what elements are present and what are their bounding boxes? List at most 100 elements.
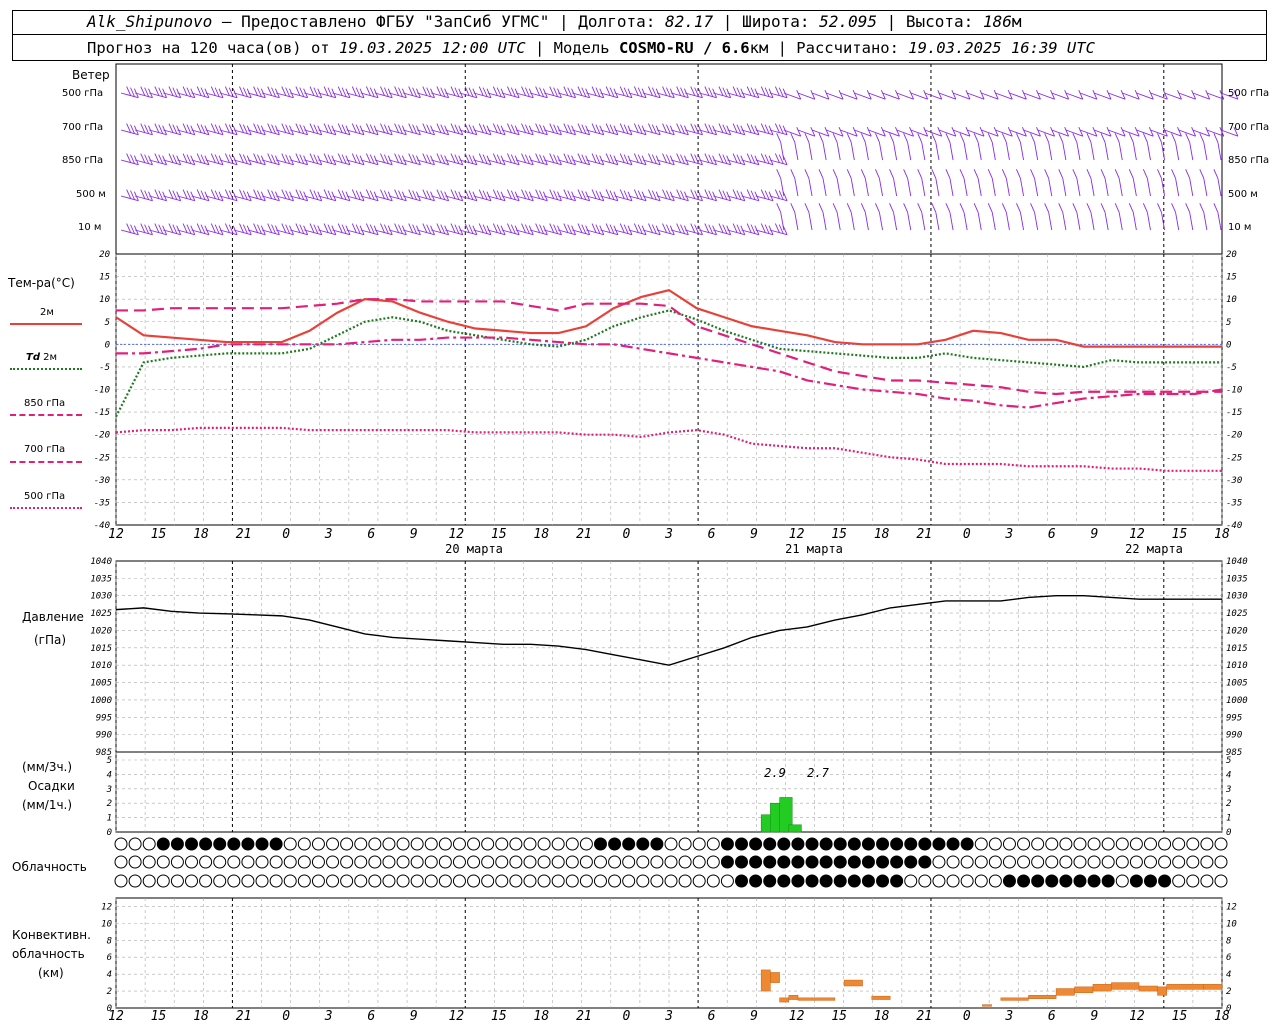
cloud-symbol-high bbox=[241, 874, 255, 888]
cloud-symbol-high bbox=[1129, 874, 1143, 888]
cloud-symbol-high bbox=[946, 874, 960, 888]
cloud-symbol-high bbox=[537, 874, 551, 888]
wind-barb bbox=[1203, 178, 1208, 197]
wind-barb bbox=[878, 212, 883, 231]
pres-tick-left: 1015 bbox=[90, 644, 112, 654]
cloud-symbol-high bbox=[622, 874, 636, 888]
wind-label: Ветер bbox=[72, 68, 110, 82]
cloud-symbol-mid bbox=[537, 855, 551, 869]
conv-tick-right: 8 bbox=[1226, 936, 1231, 946]
date-label: 20 марта bbox=[445, 542, 503, 556]
wind-barb-flag bbox=[1185, 169, 1191, 179]
cloud-symbol-low bbox=[340, 837, 354, 851]
cloud-symbol-mid bbox=[1129, 855, 1143, 869]
x-tick-conv: 0 bbox=[963, 1009, 971, 1024]
wind-barb-flag bbox=[818, 203, 824, 213]
cloud-symbol-high bbox=[283, 874, 297, 888]
conv-tick-right: 10 bbox=[1226, 919, 1237, 929]
x-tick-temp: 9 bbox=[1090, 527, 1098, 542]
wind-barb-flag bbox=[889, 169, 894, 179]
cloud-symbol-low bbox=[1200, 837, 1214, 851]
wind-barb bbox=[893, 178, 898, 197]
cloud-symbol-low bbox=[876, 837, 890, 851]
wind-barb bbox=[1189, 178, 1194, 197]
precip-tick-right: 4 bbox=[1226, 770, 1231, 780]
conv-bar bbox=[982, 1004, 992, 1007]
cloud-symbol-mid bbox=[467, 855, 481, 869]
cloud-symbol-low bbox=[283, 837, 297, 851]
cloud-symbol-mid bbox=[1002, 855, 1016, 869]
cloud-symbol-mid bbox=[438, 855, 452, 869]
cloud-symbol-high bbox=[142, 874, 156, 888]
cloud-symbol-high bbox=[551, 874, 565, 888]
x-tick-temp: 3 bbox=[1004, 527, 1013, 542]
cloud-symbol-mid bbox=[650, 855, 664, 869]
cloud-symbol-high bbox=[1002, 874, 1016, 888]
wind-barb-flag bbox=[1030, 169, 1035, 179]
temp-label: Тем-ра(°С) bbox=[8, 276, 75, 290]
cloud-symbol-low bbox=[185, 837, 199, 851]
cloud-symbol-low bbox=[1059, 837, 1073, 851]
cloud-symbol-mid bbox=[861, 855, 875, 869]
cloud-symbol-low bbox=[382, 837, 396, 851]
cloud-symbol-low bbox=[1186, 837, 1200, 851]
wind-barb bbox=[794, 178, 799, 197]
wind-barb-flag bbox=[1185, 203, 1191, 213]
wind-barb-flag bbox=[1086, 203, 1092, 213]
wind-barb bbox=[907, 178, 912, 197]
cloud-symbol-mid bbox=[988, 855, 1002, 869]
x-tick-temp: 3 bbox=[324, 527, 333, 542]
wind-barb-flag bbox=[790, 169, 796, 179]
cloud-symbol-mid bbox=[692, 855, 706, 869]
wind-barb-flag bbox=[1072, 203, 1078, 213]
wind-barb bbox=[1034, 212, 1039, 231]
wind-barb bbox=[921, 142, 926, 161]
wind-barb bbox=[1132, 212, 1137, 231]
precip-tick-right: 2 bbox=[1226, 799, 1231, 809]
x-tick-conv: 3 bbox=[664, 1009, 673, 1024]
x-tick-conv: 15 bbox=[491, 1009, 507, 1024]
wind-barb-flag bbox=[1142, 203, 1148, 213]
cloud-symbol-high bbox=[438, 874, 452, 888]
temp-tick-right: -35 bbox=[1226, 498, 1242, 508]
wind-barb-flag bbox=[1016, 203, 1021, 213]
cloud-symbol-low bbox=[664, 837, 678, 851]
pres-tick-left: 995 bbox=[96, 713, 112, 723]
wind-barb-flag bbox=[1142, 169, 1148, 179]
pres-tick-right: 1020 bbox=[1226, 626, 1248, 636]
wind-barb-flag bbox=[917, 133, 923, 143]
cloud-symbol-low bbox=[692, 837, 706, 851]
cloud-symbol-high bbox=[368, 874, 382, 888]
conv-bar bbox=[843, 979, 863, 987]
cloud-symbol-low bbox=[537, 837, 551, 851]
cloud-symbol-mid bbox=[777, 855, 791, 869]
cloud-symbol-mid bbox=[1031, 855, 1045, 869]
cloud-symbol-high bbox=[213, 874, 227, 888]
cloud-symbol-low bbox=[142, 837, 156, 851]
wind-barb bbox=[1005, 178, 1010, 197]
cloud-symbol-high bbox=[1045, 874, 1059, 888]
pres-tick-right: 1025 bbox=[1226, 609, 1248, 619]
temp-tick-right: -15 bbox=[1226, 408, 1242, 418]
cloud-symbol-low bbox=[579, 837, 593, 851]
wind-barb bbox=[1048, 178, 1053, 197]
cloud-symbol-low bbox=[678, 837, 692, 851]
cloud-symbol-high bbox=[650, 874, 664, 888]
wind-barb-flag bbox=[1199, 169, 1205, 179]
cloud-symbol-low bbox=[988, 837, 1002, 851]
wind-barb-flag bbox=[959, 169, 965, 179]
cloud-symbol-high bbox=[523, 874, 537, 888]
x-tick-conv: 12 bbox=[789, 1009, 805, 1024]
cloud-symbol-high bbox=[495, 874, 509, 888]
cloud-symbol-high bbox=[720, 874, 734, 888]
cloud-symbol-high bbox=[185, 874, 199, 888]
temp-tick-left: -35 bbox=[94, 498, 110, 508]
precip-tick-left: 0 bbox=[107, 828, 112, 838]
cloud-symbol-low bbox=[1214, 837, 1228, 851]
wind-barb-flag bbox=[903, 169, 909, 179]
wind-barb-flag bbox=[846, 203, 852, 213]
cloud-symbol-high bbox=[664, 874, 678, 888]
precip-unit-1h: (мм/1ч.) bbox=[22, 798, 73, 812]
cloud-symbol-high bbox=[988, 874, 1002, 888]
cloud-symbol-low bbox=[128, 837, 142, 851]
